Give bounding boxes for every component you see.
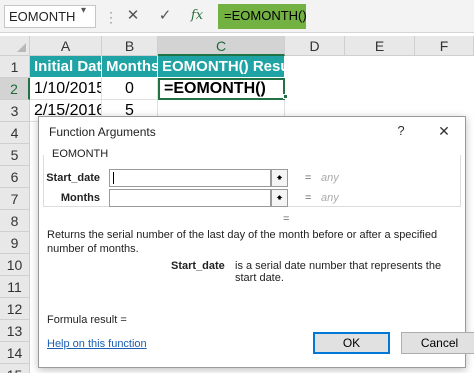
formula-bar-grip-icon: ⋮ bbox=[104, 9, 118, 25]
function-result-equals: = bbox=[283, 213, 290, 225]
start-date-input[interactable] bbox=[109, 169, 271, 187]
row-header-4[interactable]: 4 bbox=[0, 122, 30, 144]
formula-input[interactable]: =EOMONTH() bbox=[218, 4, 307, 29]
formula-result-label: Formula result = bbox=[47, 314, 127, 326]
select-all-button[interactable] bbox=[0, 36, 30, 56]
row-header-7[interactable]: 7 bbox=[0, 188, 30, 210]
months-equals: = bbox=[305, 192, 312, 204]
cell-a2[interactable]: 1/10/2015 bbox=[30, 78, 102, 100]
row-header-15[interactable]: 15 bbox=[0, 364, 30, 373]
row-header-11[interactable]: 11 bbox=[0, 276, 30, 298]
function-description: Returns the serial number of the last da… bbox=[47, 229, 438, 255]
cell-c2-active[interactable]: =EOMONTH() bbox=[158, 78, 285, 100]
fill-handle[interactable] bbox=[283, 94, 288, 99]
column-header-b[interactable]: B bbox=[102, 36, 158, 56]
row-header-5[interactable]: 5 bbox=[0, 144, 30, 166]
close-icon[interactable]: ✕ bbox=[433, 121, 455, 141]
months-result: any bbox=[321, 192, 339, 204]
text-caret bbox=[113, 172, 114, 184]
start-date-label: Start_date bbox=[46, 172, 100, 184]
column-header-e[interactable]: E bbox=[345, 36, 415, 56]
cell-b1[interactable]: Months bbox=[102, 56, 158, 78]
cell-a1[interactable]: Initial Date bbox=[30, 56, 102, 78]
enter-entry-icon[interactable]: ✓ bbox=[154, 6, 176, 26]
help-icon[interactable]: ? bbox=[391, 121, 411, 141]
ok-button[interactable]: OK bbox=[313, 332, 390, 354]
insert-function-icon[interactable]: fx bbox=[186, 6, 208, 26]
function-name: EOMONTH bbox=[49, 148, 112, 160]
select-all-icon bbox=[17, 43, 26, 52]
function-arguments-dialog: Function Arguments ? ✕ EOMONTH Start_dat… bbox=[38, 116, 474, 368]
cancel-button[interactable]: Cancel bbox=[401, 332, 474, 354]
row-header-1[interactable]: 1 bbox=[0, 56, 30, 78]
row-header-12[interactable]: 12 bbox=[0, 298, 30, 320]
cell-c1[interactable]: EOMONTH() Result bbox=[158, 56, 285, 78]
argument-help-name: Start_date bbox=[171, 260, 225, 272]
dialog-title: Function Arguments bbox=[49, 125, 156, 139]
cancel-entry-icon[interactable]: ✕ bbox=[122, 6, 144, 26]
collapse-dialog-icon[interactable]: 🠹 bbox=[271, 169, 288, 187]
argument-help-text: is a serial date number that represents … bbox=[235, 260, 442, 284]
column-header-d[interactable]: D bbox=[285, 36, 345, 56]
column-header-c[interactable]: C bbox=[158, 36, 285, 56]
help-on-function-link[interactable]: Help on this function bbox=[47, 338, 147, 350]
months-label: Months bbox=[60, 192, 100, 204]
chevron-down-icon[interactable]: ▾ bbox=[81, 5, 86, 16]
row-header-3[interactable]: 3 bbox=[0, 100, 30, 122]
row-header-10[interactable]: 10 bbox=[0, 254, 30, 276]
row-header-8[interactable]: 8 bbox=[0, 210, 30, 232]
formula-bar: EOMONTH ▾ ⋮ ✕ ✓ fx =EOMONTH() bbox=[0, 0, 474, 33]
start-date-equals: = bbox=[305, 172, 312, 184]
column-header-f[interactable]: F bbox=[415, 36, 474, 56]
start-date-result: any bbox=[321, 172, 339, 184]
row-header-6[interactable]: 6 bbox=[0, 166, 30, 188]
months-input[interactable] bbox=[109, 189, 271, 207]
row-header-2[interactable]: 2 bbox=[0, 78, 30, 100]
collapse-dialog-icon[interactable]: 🠹 bbox=[271, 189, 288, 207]
row-header-9[interactable]: 9 bbox=[0, 232, 30, 254]
cell-b2[interactable]: 0 bbox=[102, 78, 158, 100]
row-header-13[interactable]: 13 bbox=[0, 320, 30, 342]
column-header-a[interactable]: A bbox=[30, 36, 102, 56]
row-header-14[interactable]: 14 bbox=[0, 342, 30, 364]
